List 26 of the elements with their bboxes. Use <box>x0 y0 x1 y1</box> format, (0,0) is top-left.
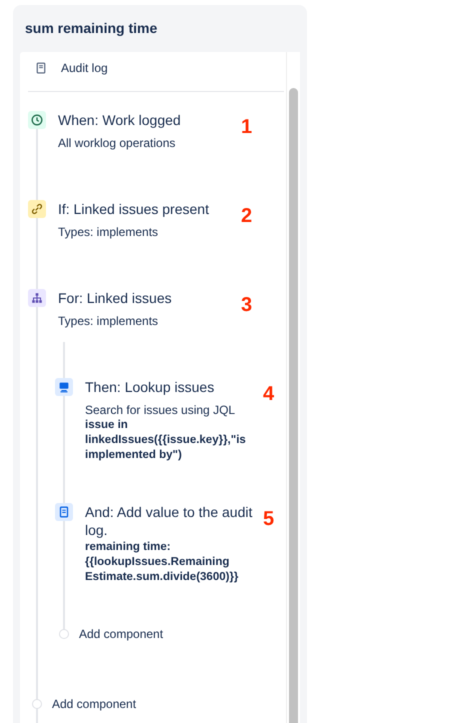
step-title[interactable]: When: Work logged <box>58 111 233 129</box>
annotation-number: 5 <box>263 509 274 532</box>
link-icon <box>28 200 46 218</box>
step-detail: issue in linkedIssues({{issue.key}},"is implemented by") <box>85 418 247 463</box>
audit-log-item[interactable]: Audit log <box>61 59 108 77</box>
annotation-number: 2 <box>241 206 252 229</box>
clock-icon <box>28 111 46 129</box>
document-icon <box>35 61 47 75</box>
add-component-link[interactable]: Add component <box>79 625 164 643</box>
step-title[interactable]: Then: Lookup issues <box>85 378 255 396</box>
annotation-number: 4 <box>263 384 274 407</box>
step-description: Types: implements <box>58 314 160 329</box>
annotation-number: 1 <box>241 117 252 140</box>
step-description: Search for issues using JQL <box>85 403 236 418</box>
annotation-number: 3 <box>241 295 252 318</box>
panel-title: sum remaining time <box>24 19 158 38</box>
step-description: Types: implements <box>58 225 160 240</box>
document-icon <box>55 503 73 521</box>
step-title[interactable]: For: Linked issues <box>58 289 233 307</box>
monitor-icon <box>55 378 73 396</box>
step-detail: remaining time: {{lookupIssues.Remaining Estimate.sum.divide(3600)}} <box>85 540 240 585</box>
hierarchy-icon <box>28 289 46 307</box>
step-description: All worklog operations <box>58 136 176 151</box>
step-title[interactable]: And: Add value to the audit log. <box>85 503 255 539</box>
step-title[interactable]: If: Linked issues present <box>58 200 233 218</box>
add-component-link[interactable]: Add component <box>52 695 136 713</box>
